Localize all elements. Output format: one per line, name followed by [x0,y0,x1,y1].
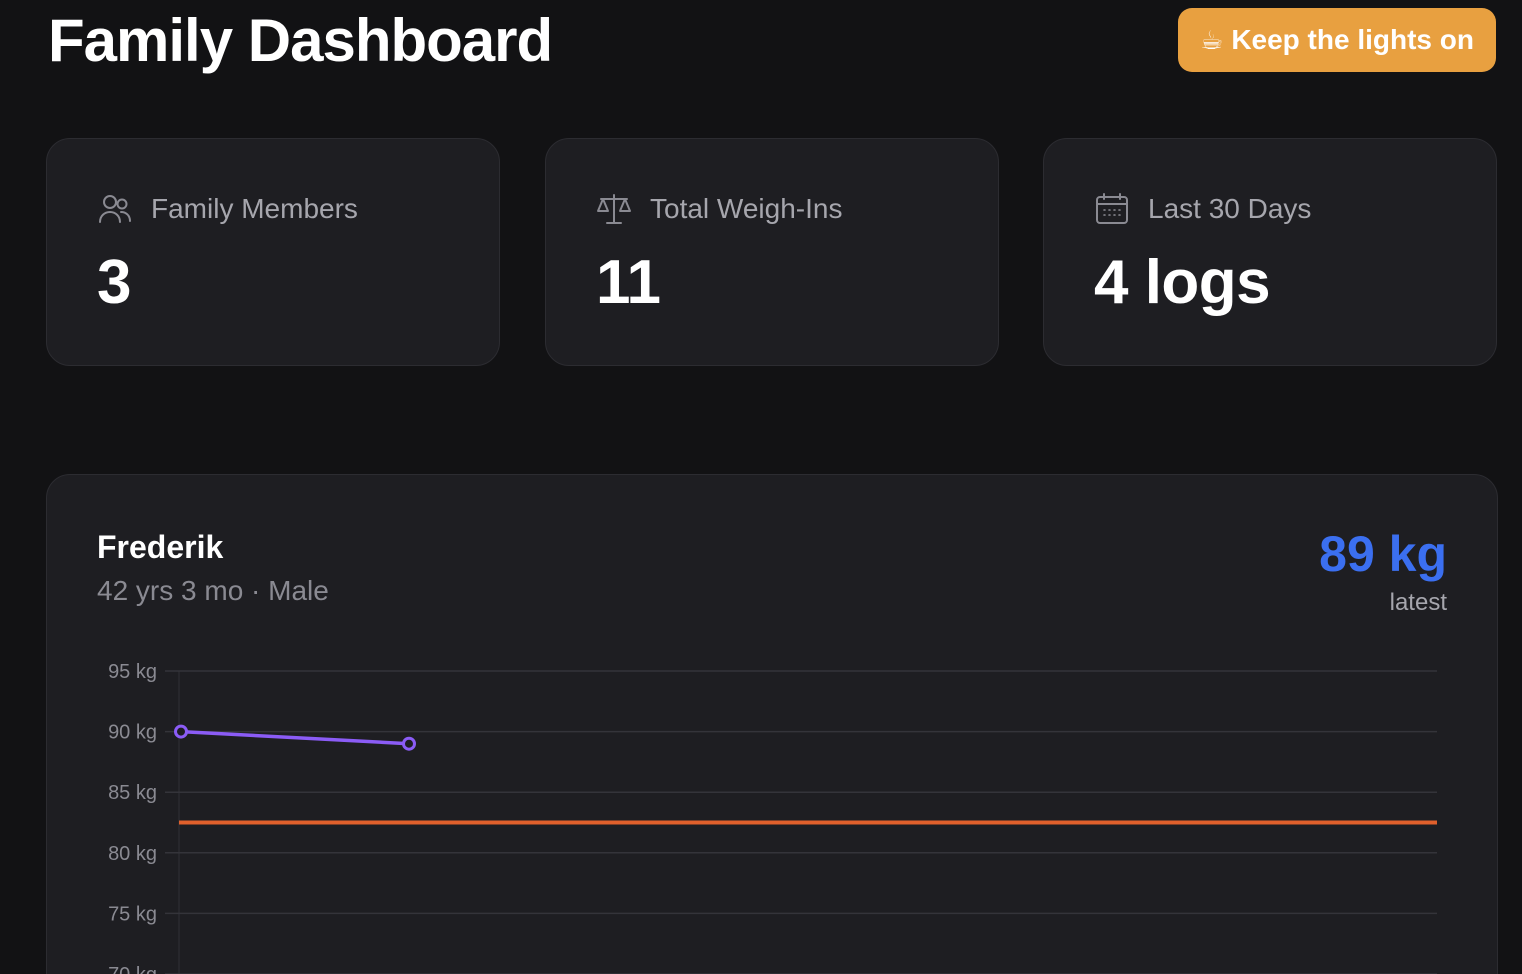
chart-y-ticks: 95 kg 90 kg 85 kg 80 kg 75 kg 70 kg [108,661,157,974]
stat-card-total-weigh-ins: Total Weigh-Ins 11 [545,138,999,366]
stat-value: 11 [596,248,661,317]
chart-series-line [180,729,410,746]
weight-chart: 95 kg 90 kg 85 kg 80 kg 75 kg 70 kg [108,661,1437,974]
coffee-icon: ☕ [1200,24,1224,55]
chart-y-tick-label: 80 kg [108,843,157,865]
chart-data-point[interactable] [402,736,416,751]
calendar-icon [1096,193,1128,224]
stat-value: 4 logs [1094,248,1271,317]
chart-y-tick-label: 90 kg [108,722,157,744]
stat-label: Total Weigh-Ins [650,193,843,224]
chart-y-tick-label: 75 kg [108,903,157,925]
support-button[interactable]: ☕ Keep the lights on [1178,8,1496,72]
stat-card-last-30-days: Last 30 Days 4 logs [1043,138,1497,366]
support-button-label: Keep the lights on [1231,24,1474,55]
chart-y-tick-label: 70 kg [108,964,157,974]
stat-card-family-members: Family Members 3 [46,138,500,366]
users-icon [99,195,131,223]
chart-y-tick-label: 85 kg [108,782,157,804]
stat-value: 3 [97,248,131,317]
member-card-frederik[interactable]: Frederik 42 yrs 3 mo · Male 89 kg latest… [46,474,1498,974]
chart-y-tick-label: 95 kg [108,661,157,683]
chart-series [174,724,416,751]
stat-label: Last 30 Days [1148,193,1312,224]
dashboard-page: Family Dashboard ☕ Keep the lights on Fa… [0,0,1522,974]
scale-icon [597,194,631,224]
chart-data-point[interactable] [174,724,188,739]
page-title: Family Dashboard [48,7,553,74]
stat-label: Family Members [151,193,358,224]
